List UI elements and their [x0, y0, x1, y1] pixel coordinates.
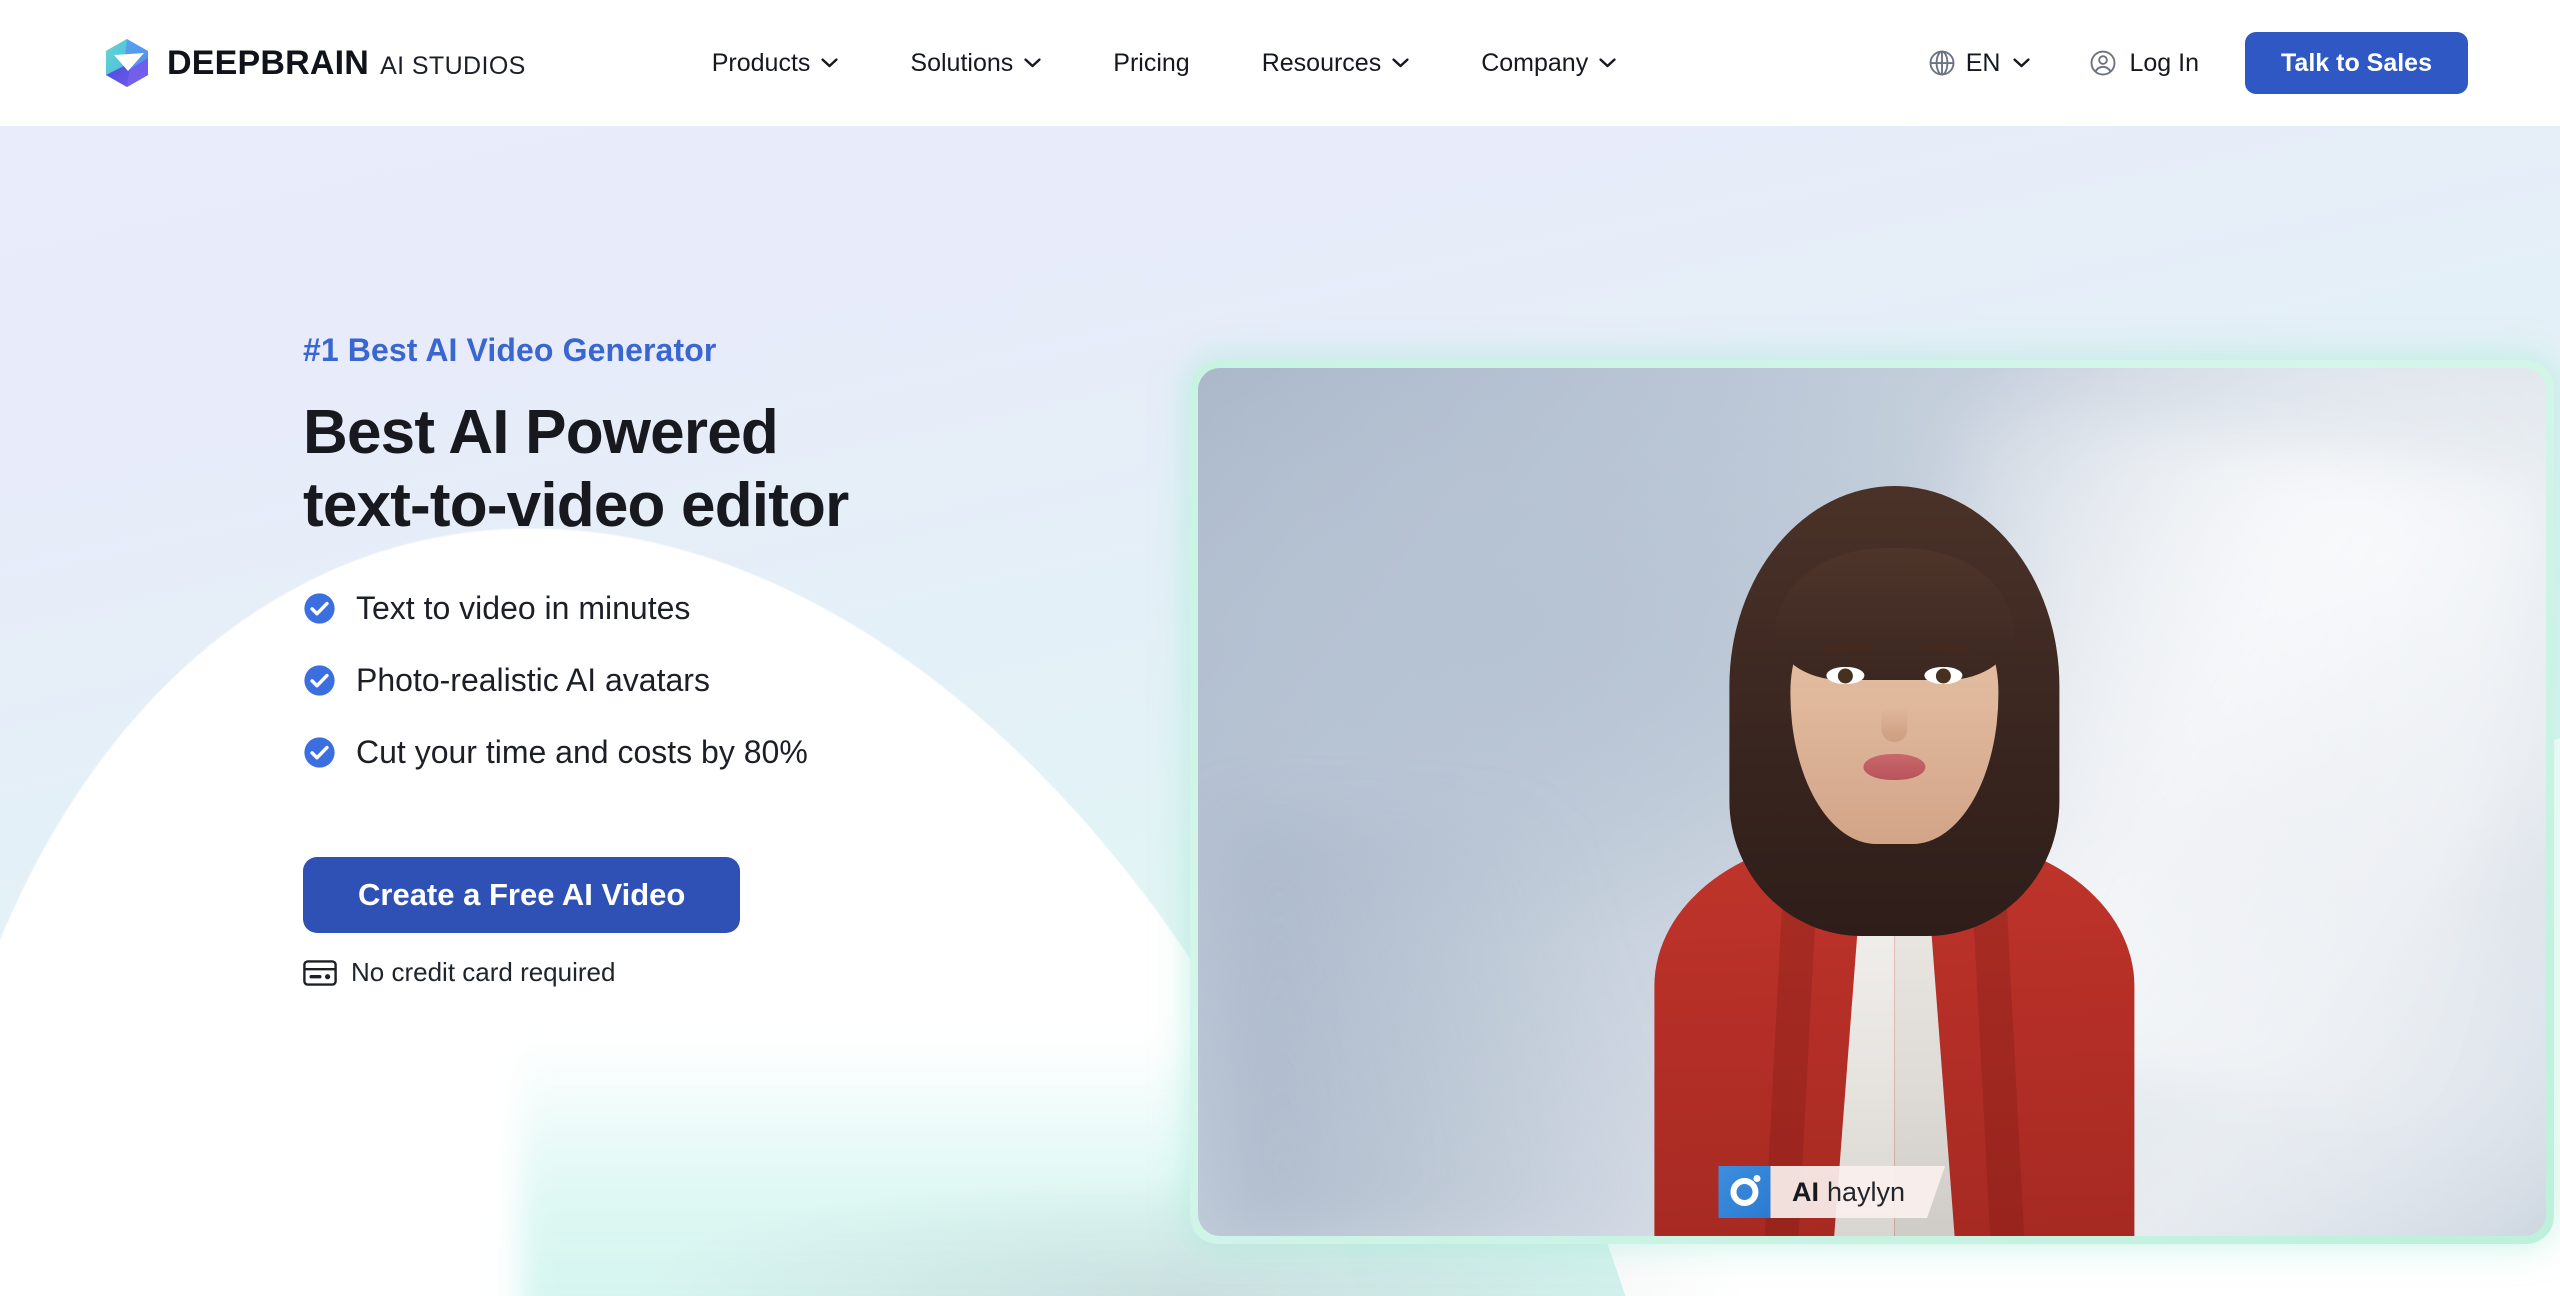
header-actions: EN Log In Talk to Sales: [1927, 0, 2560, 126]
chevron-down-icon: [1024, 58, 1041, 68]
landing-page: DEEPBRAIN AI STUDIOS Products Solutions …: [0, 0, 2560, 1296]
check-circle-icon: [304, 593, 335, 624]
hero-copy-column: #1 Best AI Video Generator Best AI Power…: [303, 332, 1203, 988]
nav-item-company[interactable]: Company: [1481, 39, 1616, 88]
list-item: Text to video in minutes: [303, 590, 1203, 627]
login-label: Log In: [2129, 48, 2199, 77]
ai-avatar-presenter: [1614, 486, 2174, 1236]
login-link[interactable]: Log In: [2088, 48, 2199, 78]
user-circle-icon: [2091, 50, 2116, 76]
chevron-down-icon: [821, 58, 839, 68]
avatar-pupil-left: [1837, 668, 1853, 683]
talk-to-sales-button[interactable]: Talk to Sales: [2245, 32, 2468, 94]
ring-dot-shape: [1753, 1175, 1761, 1182]
check-circle-icon: [304, 665, 335, 696]
avatar-pupil-right: [1935, 668, 1951, 683]
video-lower-third-banner: AI haylyn: [1718, 1166, 1945, 1218]
no-credit-card-label: No credit card required: [351, 957, 616, 988]
nav-label-company: Company: [1481, 48, 1589, 77]
lower-third-name: haylyn: [1827, 1176, 1906, 1207]
hero-video-player[interactable]: AI haylyn: [1198, 368, 2546, 1236]
deepbrain-gem-logo-icon: [106, 39, 148, 87]
no-credit-card-note: No credit card required: [303, 957, 1203, 988]
language-selector[interactable]: EN: [1927, 48, 2031, 78]
brand-name: DEEPBRAIN: [167, 43, 370, 82]
globe-icon: [1929, 50, 1955, 76]
nav-label-pricing: Pricing: [1113, 48, 1190, 77]
nav-item-pricing[interactable]: Pricing: [1113, 39, 1189, 88]
feature-label: Text to video in minutes: [356, 590, 691, 627]
nav-item-products[interactable]: Products: [712, 39, 839, 88]
list-item: Photo-realistic AI avatars: [303, 662, 1203, 699]
feature-label: Cut your time and costs by 80%: [356, 734, 808, 771]
chevron-down-icon: [1392, 58, 1409, 68]
avatar-eye-right: [1924, 667, 1963, 684]
hero-headline-line-1: Best AI Powered: [303, 398, 779, 467]
nav-item-solutions[interactable]: Solutions: [910, 39, 1041, 88]
nav-label-products: Products: [711, 48, 811, 77]
avatar-nose: [1881, 708, 1908, 742]
hero-eyebrow: #1 Best AI Video Generator: [303, 332, 717, 368]
ring-shape: [1730, 1178, 1759, 1206]
hero-feature-list: Text to video in minutes Photo-realistic…: [303, 590, 1203, 771]
create-free-ai-video-button[interactable]: Create a Free AI Video: [303, 857, 741, 934]
brand-subtitle: AI STUDIOS: [380, 51, 526, 80]
hero-headline-line-2: text-to-video editor: [303, 470, 849, 540]
chevron-down-icon: [2013, 58, 2031, 68]
main-navigation: Products Solutions Pricing Resources Com…: [712, 39, 1616, 88]
language-label: EN: [1965, 48, 2001, 77]
hero-section: #1 Best AI Video Generator Best AI Power…: [0, 126, 2560, 1296]
credit-card-icon: [303, 959, 337, 986]
avatar-eye-left: [1826, 667, 1865, 684]
site-header: DEEPBRAIN AI STUDIOS Products Solutions …: [0, 0, 2560, 126]
lower-third-text: AI haylyn: [1770, 1166, 1945, 1218]
ai-studios-ring-icon: [1718, 1166, 1771, 1218]
chevron-down-icon: [1599, 58, 1616, 68]
hero-video-frame[interactable]: AI haylyn: [1190, 360, 2554, 1244]
check-circle-icon: [304, 737, 335, 768]
nav-label-resources: Resources: [1261, 48, 1382, 77]
brand-logo-link[interactable]: DEEPBRAIN AI STUDIOS: [104, 38, 526, 88]
nav-item-resources[interactable]: Resources: [1262, 39, 1410, 88]
list-item: Cut your time and costs by 80%: [303, 734, 1203, 771]
lower-third-prefix: AI: [1792, 1176, 1820, 1207]
hero-headline: Best AI Powered text-to-video editor: [303, 397, 1203, 542]
avatar-mouth: [1863, 754, 1926, 780]
feature-label: Photo-realistic AI avatars: [356, 662, 710, 699]
nav-label-solutions: Solutions: [910, 48, 1014, 77]
